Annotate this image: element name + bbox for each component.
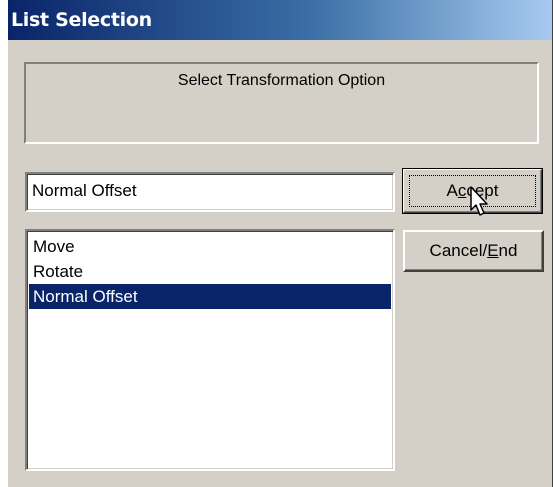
prompt-panel: Select Transformation Option	[24, 62, 539, 144]
list-item-move[interactable]: Move	[29, 234, 391, 259]
transformation-listbox[interactable]: Move Rotate Normal Offset	[25, 229, 395, 471]
cancel-end-button[interactable]: Cancel/End	[403, 230, 544, 272]
mouse-pointer-icon	[470, 186, 488, 216]
selection-field[interactable]: Normal Offset	[25, 172, 395, 212]
title-bar[interactable]: List Selection	[8, 0, 552, 40]
list-selection-dialog: List Selection Select Transformation Opt…	[7, 0, 553, 487]
prompt-text: Select Transformation Option	[177, 72, 386, 89]
cancel-end-button-label: Cancel/End	[429, 241, 518, 260]
list-item-normal-offset[interactable]: Normal Offset	[29, 284, 391, 309]
list-item-rotate[interactable]: Rotate	[29, 259, 391, 284]
window-title: List Selection	[11, 9, 152, 31]
